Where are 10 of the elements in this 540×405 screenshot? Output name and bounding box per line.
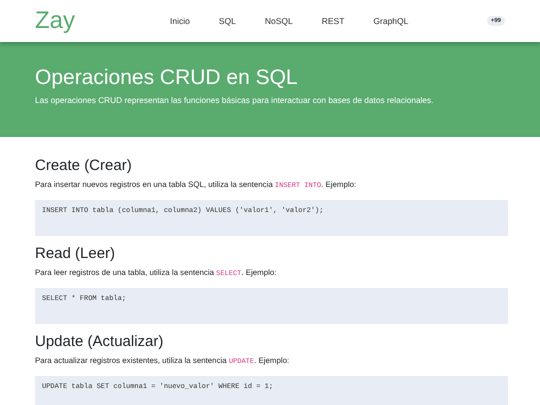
section-heading: Read (Leer) bbox=[35, 245, 116, 262]
nav-link[interactable]: SQL bbox=[218, 16, 236, 26]
page-title: Operaciones CRUD en SQL bbox=[35, 66, 299, 90]
nav-link[interactable]: NoSQL bbox=[264, 16, 293, 26]
section-heading: Update (Actualizar) bbox=[35, 333, 164, 350]
nav-link[interactable]: REST bbox=[322, 16, 344, 26]
section-heading: Create (Crear) bbox=[35, 157, 133, 174]
nav-link[interactable]: GraphQL bbox=[373, 16, 408, 26]
nav-link[interactable]: Inicio bbox=[170, 16, 190, 26]
page-subtitle: Las operaciones CRUD representan las funciones básicas para interactuar con bases de datos relacionales. bbox=[35, 95, 434, 105]
